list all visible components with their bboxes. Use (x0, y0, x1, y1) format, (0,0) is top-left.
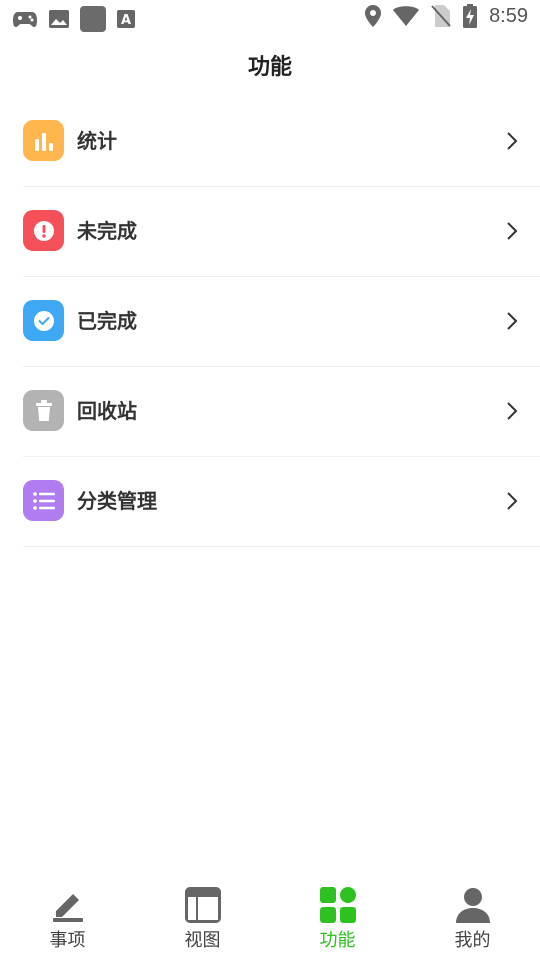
chevron-right-icon (507, 312, 518, 330)
chevron-right-icon (507, 402, 518, 420)
status-time: 8:59 (489, 4, 528, 27)
status-bar: A 8:59 (0, 0, 540, 36)
menu-item-recycle-bin[interactable]: 回收站 (23, 367, 540, 457)
chevron-right-icon (507, 222, 518, 240)
location-icon (365, 5, 382, 27)
nav-tab-label: 功能 (319, 930, 356, 951)
image-icon (49, 10, 69, 28)
menu-item-label: 已完成 (77, 309, 137, 333)
user-icon (455, 888, 490, 923)
nav-tab-items[interactable]: 事项 (0, 876, 135, 960)
svg-text:A: A (121, 13, 131, 28)
layout-icon (184, 887, 221, 923)
exclamation-circle-icon (23, 210, 64, 251)
chevron-right-icon (507, 492, 518, 510)
chevron-right-icon (507, 132, 518, 150)
nav-tab-label: 我的 (454, 930, 491, 951)
bottom-nav: 事项 视图 功能 我的 (0, 876, 540, 960)
function-menu: 统计 未完成 已完成 回收站 分类管理 (0, 97, 540, 547)
menu-item-incomplete[interactable]: 未完成 (23, 187, 540, 277)
menu-item-label: 未完成 (77, 219, 137, 243)
battery-charging-icon (463, 4, 478, 28)
menu-item-label: 统计 (77, 129, 117, 153)
nav-tab-label: 事项 (49, 930, 86, 951)
menu-item-label: 回收站 (77, 399, 137, 423)
menu-item-statistics[interactable]: 统计 (23, 97, 540, 187)
nav-tab-me[interactable]: 我的 (405, 876, 540, 960)
list-icon (23, 480, 64, 521)
gamepad-icon (13, 12, 37, 27)
trash-icon (23, 390, 64, 431)
font-a-icon: A (117, 10, 135, 28)
grid-icon (319, 887, 356, 923)
menu-item-label: 分类管理 (77, 489, 157, 513)
bar-chart-icon (23, 120, 64, 161)
nav-tab-label: 视图 (184, 930, 221, 951)
menu-item-category-management[interactable]: 分类管理 (23, 457, 540, 547)
menu-item-completed[interactable]: 已完成 (23, 277, 540, 367)
pencil-icon (52, 894, 83, 922)
page-title: 功能 (247, 55, 292, 80)
no-sim-icon (431, 5, 451, 27)
check-circle-icon (23, 300, 64, 341)
app-square-icon (80, 6, 106, 32)
page-header: 功能 (0, 36, 540, 100)
nav-tab-view[interactable]: 视图 (135, 876, 270, 960)
nav-tab-functions[interactable]: 功能 (270, 876, 405, 960)
wifi-icon (393, 6, 420, 26)
